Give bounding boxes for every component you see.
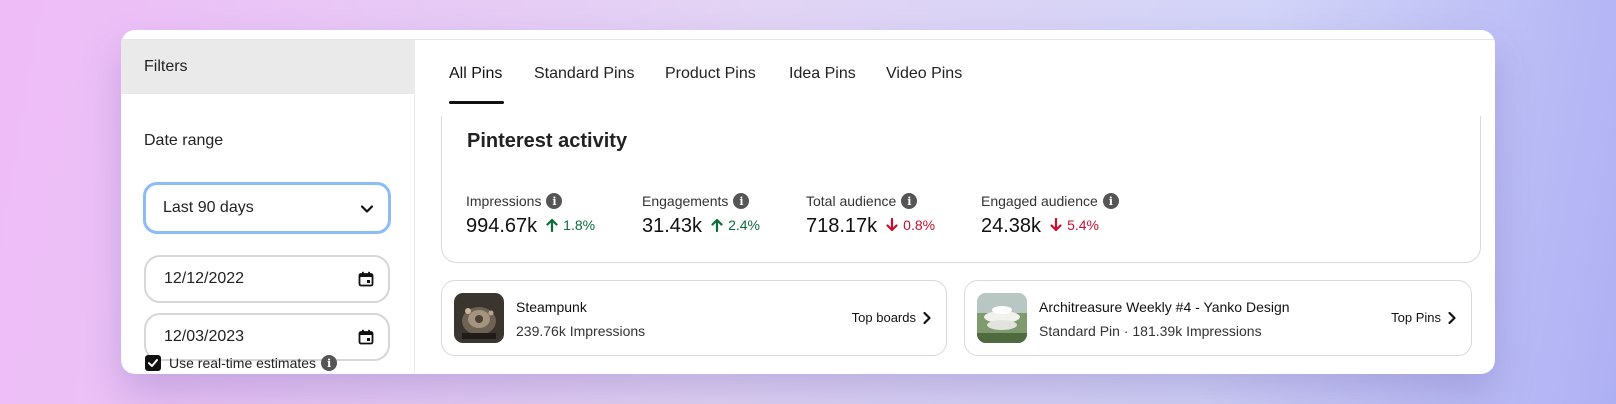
arrow-down-icon bbox=[886, 218, 898, 232]
top-board-card[interactable]: Steampunk 239.76k Impressions Top boards bbox=[441, 280, 947, 356]
info-icon[interactable]: i bbox=[321, 355, 338, 371]
metric-total-audience: Total audience i 718.17k 0.8% bbox=[806, 193, 935, 238]
tab-video-pins[interactable]: Video Pins bbox=[886, 65, 962, 83]
metric-change-value: 1.8% bbox=[563, 217, 596, 233]
metric-value: 718.17k bbox=[806, 215, 878, 237]
info-icon[interactable]: i bbox=[1102, 193, 1119, 209]
board-thumbnail bbox=[454, 293, 504, 343]
board-impressions: 239.76k Impressions bbox=[516, 323, 646, 339]
calendar-icon[interactable] bbox=[358, 271, 374, 287]
metric-label: Impressions bbox=[466, 193, 542, 209]
info-icon[interactable]: i bbox=[733, 193, 750, 209]
activity-title: Pinterest activity bbox=[467, 130, 628, 152]
metric-value: 24.38k bbox=[981, 215, 1042, 237]
metric-impressions: Impressions i 994.67k 1.8% bbox=[466, 193, 595, 238]
metric-change: 2.4% bbox=[711, 217, 760, 233]
filters-sidebar: Filters Date range Last 90 days 12/12/20… bbox=[121, 40, 415, 374]
end-date-field[interactable]: 12/03/2023 bbox=[144, 313, 390, 361]
analytics-window: Filters Date range Last 90 days 12/12/20… bbox=[121, 30, 1495, 374]
filters-title: Filters bbox=[144, 58, 188, 75]
top-pin-card[interactable]: Architreasure Weekly #4 - Yanko Design S… bbox=[964, 280, 1472, 356]
chevron-right-icon bbox=[1448, 311, 1456, 324]
main-content: Pinterest activity Impressions i 994.67k … bbox=[416, 40, 1495, 374]
realtime-estimates-toggle[interactable]: Use real-time estimates i bbox=[145, 355, 338, 371]
metric-change-value: 2.4% bbox=[728, 217, 760, 233]
pin-type-tabs: All Pins Standard Pins Product Pins Idea… bbox=[416, 40, 1495, 116]
chevron-right-icon bbox=[923, 311, 931, 324]
date-range-select[interactable]: Last 90 days bbox=[143, 182, 391, 234]
metric-change: 5.4% bbox=[1050, 217, 1099, 233]
top-boards-label: Top boards bbox=[851, 310, 916, 325]
checkmark-icon bbox=[148, 359, 158, 367]
metric-label: Engaged audience bbox=[981, 193, 1098, 209]
filters-header: Filters bbox=[121, 40, 414, 94]
realtime-label: Use real-time estimates bbox=[169, 355, 317, 371]
info-icon[interactable]: i bbox=[901, 193, 918, 209]
chevron-down-icon bbox=[360, 205, 374, 213]
arrow-up-icon bbox=[546, 218, 558, 232]
board-title: Steampunk bbox=[516, 299, 587, 315]
calendar-icon[interactable] bbox=[358, 329, 374, 345]
arrow-down-icon bbox=[1050, 218, 1062, 232]
top-pins-link[interactable]: Top Pins bbox=[1391, 310, 1457, 325]
start-date-field[interactable]: 12/12/2022 bbox=[144, 255, 390, 303]
arrow-up-icon bbox=[711, 218, 723, 232]
metric-change-value: 5.4% bbox=[1067, 217, 1099, 233]
metric-label: Total audience bbox=[806, 193, 897, 209]
metric-value: 31.43k bbox=[642, 215, 703, 237]
pin-impressions: Standard Pin · 181.39k Impressions bbox=[1039, 323, 1262, 339]
date-range-label: Date range bbox=[144, 132, 224, 149]
info-icon[interactable]: i bbox=[546, 193, 563, 209]
metric-value: 994.67k bbox=[466, 215, 538, 237]
pin-title: Architreasure Weekly #4 - Yanko Design bbox=[1039, 299, 1290, 315]
tab-product-pins[interactable]: Product Pins bbox=[665, 65, 756, 83]
tab-all-pins[interactable]: All Pins bbox=[449, 65, 502, 83]
metric-engaged-audience: Engaged audience i 24.38k 5.4% bbox=[981, 193, 1119, 238]
metric-label: Engagements bbox=[642, 193, 729, 209]
metric-engagements: Engagements i 31.43k 2.4% bbox=[642, 193, 760, 238]
end-date-value: 12/03/2023 bbox=[164, 328, 245, 345]
active-tab-indicator bbox=[449, 101, 504, 104]
tab-standard-pins[interactable]: Standard Pins bbox=[534, 65, 635, 83]
tab-idea-pins[interactable]: Idea Pins bbox=[789, 65, 856, 83]
metric-change-value: 0.8% bbox=[903, 217, 936, 233]
metric-change: 1.8% bbox=[546, 217, 595, 233]
realtime-checkbox[interactable] bbox=[145, 355, 161, 371]
metric-change: 0.8% bbox=[886, 217, 935, 233]
date-range-value: Last 90 days bbox=[163, 199, 254, 216]
top-boards-link[interactable]: Top boards bbox=[852, 310, 932, 325]
pin-thumbnail bbox=[977, 293, 1027, 343]
top-pins-label: Top Pins bbox=[1391, 310, 1441, 325]
start-date-value: 12/12/2022 bbox=[164, 270, 245, 287]
